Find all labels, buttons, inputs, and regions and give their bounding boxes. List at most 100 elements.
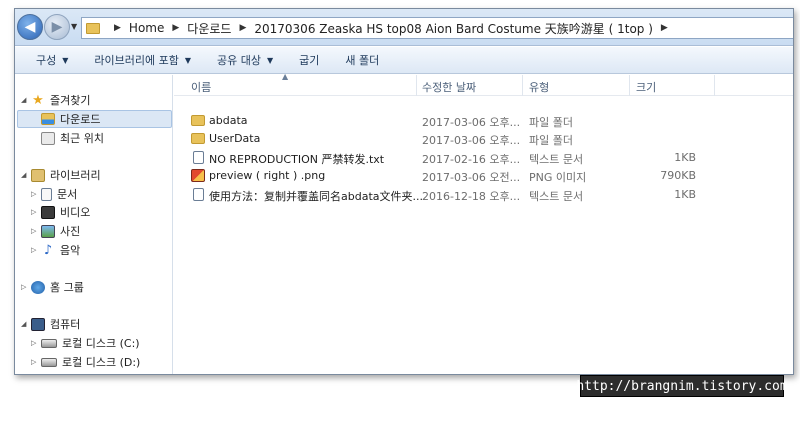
collapsed-triangle-icon[interactable]: ▷ [31,190,41,198]
collapsed-triangle-icon[interactable]: ▷ [31,227,41,235]
expand-triangle-icon[interactable]: ◢ [21,171,31,179]
nav-recent-places[interactable]: 최근 위치 [41,129,104,147]
navigation-pane: ◢ ★ 즐겨찾기 다운로드 최근 위치 ◢ 라이브러리 ▷ 문서 ▷ 비디오 ▷… [15,75,173,374]
file-row[interactable]: preview ( right ) .png 2017-03-06 오전... … [174,167,793,185]
burn-button[interactable]: 굽기 [286,52,332,68]
collapsed-triangle-icon[interactable]: ▷ [31,358,41,366]
file-name: 使用方法：复制并覆盖同名abdata文件夹... [209,190,423,203]
nav-pictures[interactable]: ▷ 사진 [31,222,80,240]
nav-computer[interactable]: ◢ 컴퓨터 [21,315,80,333]
collapsed-triangle-icon[interactable]: ▷ [31,339,41,347]
include-in-library-button[interactable]: 라이브러리에 포함 ▼ [81,52,204,68]
breadcrumb-downloads[interactable]: 다운로드 [187,20,231,37]
nav-computer-label: 컴퓨터 [50,318,81,331]
forward-button[interactable]: ▶ [44,14,70,40]
nav-videos[interactable]: ▷ 비디오 [31,203,90,221]
chevron-right-icon[interactable]: ▶ [239,23,246,33]
recent-pages-dropdown-icon[interactable]: ▼ [71,22,77,31]
expand-triangle-icon[interactable]: ◢ [21,96,31,104]
share-with-label: 공유 대상 [217,54,262,67]
column-divider[interactable] [714,75,715,96]
caret-down-icon: ▼ [62,55,69,65]
chevron-right-icon[interactable]: ▶ [661,23,668,33]
nav-disk-d-label: 로컬 디스크 (D:) [62,356,141,369]
column-divider[interactable] [416,75,417,96]
downloads-folder-icon [41,113,55,125]
file-type: 파일 폴더 [529,134,573,147]
collapsed-triangle-icon[interactable]: ▷ [31,246,41,254]
forward-arrow-icon: ▶ [51,19,63,35]
address-bar[interactable]: ▶ Home ▶ 다운로드 ▶ 20170306 Zeaska HS top08… [81,17,793,39]
collapsed-triangle-icon[interactable]: ▷ [21,283,31,291]
caret-down-icon: ▼ [267,55,274,65]
file-modified: 2016-12-18 오후... [422,190,521,203]
column-divider[interactable] [629,75,630,96]
nav-homegroup-label: 홈 그룹 [50,281,84,294]
organize-label: 구성 [36,54,57,67]
collapsed-triangle-icon[interactable]: ▷ [31,208,41,216]
new-folder-label: 새 폴더 [345,54,380,67]
file-row[interactable]: 使用方法：复制并覆盖同名abdata文件夹... 2016-12-18 오후..… [174,186,793,204]
burn-label: 굽기 [299,54,320,67]
file-row[interactable]: NO REPRODUCTION 严禁转发.txt 2017-02-16 오후..… [174,149,793,167]
nav-favorites[interactable]: ◢ ★ 즐겨찾기 [21,91,90,109]
screenshot-frame: ◀ ▶ ▼ ▶ Home ▶ 다운로드 ▶ 20170306 Zeaska HS… [0,0,800,428]
caret-down-icon: ▼ [184,55,192,65]
file-row[interactable]: UserData 2017-03-06 오후... 파일 폴더 [174,130,793,148]
file-size: 1KB [674,188,696,201]
column-header-name[interactable]: 이름 [191,79,211,95]
file-type: 텍스트 문서 [529,153,584,166]
share-with-button[interactable]: 공유 대상 ▼ [204,52,286,68]
explorer-window: ◀ ▶ ▼ ▶ Home ▶ 다운로드 ▶ 20170306 Zeaska HS… [14,8,794,375]
breadcrumb-home[interactable]: Home [129,21,164,35]
file-type: PNG 이미지 [529,171,587,184]
folder-icon [191,133,205,144]
file-modified: 2017-02-16 오후... [422,153,521,166]
nav-videos-label: 비디오 [60,206,91,219]
include-in-library-label: 라이브러리에 포함 [94,54,179,67]
watermark-label: http://brangnim.tistory.com [576,375,788,397]
back-button[interactable]: ◀ [17,14,43,40]
column-header-size[interactable]: 크기 [636,79,656,95]
videos-icon [41,205,55,219]
chevron-right-icon[interactable]: ▶ [114,23,121,33]
folder-icon [191,115,205,126]
file-type: 텍스트 문서 [529,190,584,203]
file-name: preview ( right ) .png [209,169,326,182]
computer-icon [31,317,45,331]
nav-disk-c[interactable]: ▷ 로컬 디스크 (C:) [31,334,140,352]
nav-homegroup[interactable]: ▷ 홈 그룹 [21,278,84,296]
organize-button[interactable]: 구성 ▼ [23,52,81,68]
column-header-modified[interactable]: 수정한 날짜 [422,79,476,95]
recent-places-icon [41,131,55,145]
nav-documents[interactable]: ▷ 문서 [31,185,77,203]
nav-documents-label: 문서 [57,188,78,201]
file-list-pane: ▲ 이름 수정한 날짜 유형 크기 abdata 2017-03-06 오후..… [174,72,793,374]
nav-music[interactable]: ▷ ♪ 음악 [31,241,80,259]
image-file-icon [191,169,205,182]
nav-downloads[interactable]: 다운로드 [17,110,172,128]
music-note-icon: ♪ [43,242,53,258]
column-header-type[interactable]: 유형 [529,79,549,95]
homegroup-icon [31,280,45,294]
file-row[interactable]: abdata 2017-03-06 오후... 파일 폴더 [174,112,793,130]
breadcrumb-current-folder[interactable]: 20170306 Zeaska HS top08 Aion Bard Costu… [254,20,653,37]
nav-music-label: 음악 [60,244,81,257]
column-header-row: ▲ 이름 수정한 날짜 유형 크기 [174,72,793,96]
nav-libraries-label: 라이브러리 [50,169,101,182]
back-arrow-icon: ◀ [24,19,36,35]
file-name: UserData [209,132,261,145]
new-folder-button[interactable]: 새 폴더 [332,52,392,68]
text-file-icon [193,151,204,164]
nav-libraries[interactable]: ◢ 라이브러리 [21,166,101,184]
file-modified: 2017-03-06 오후... [422,134,521,147]
expand-triangle-icon[interactable]: ◢ [21,320,31,328]
nav-disk-d[interactable]: ▷ 로컬 디스크 (D:) [31,353,140,371]
chevron-right-icon[interactable]: ▶ [172,23,179,33]
command-bar: 구성 ▼ 라이브러리에 포함 ▼ 공유 대상 ▼ 굽기 새 폴더 [15,47,793,74]
hard-disk-icon [41,357,57,367]
documents-icon [41,187,52,201]
pictures-icon [41,224,55,238]
column-divider[interactable] [522,75,523,96]
library-icon [31,168,45,182]
